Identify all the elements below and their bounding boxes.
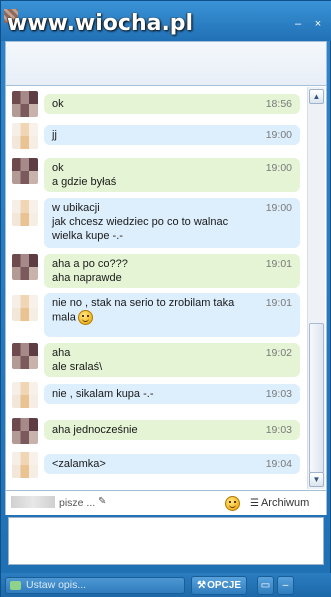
chat-bubble-icon: ▭ <box>260 580 271 591</box>
message-bubble: <zalamka> 19:04 <box>44 454 300 474</box>
avatar <box>12 158 38 184</box>
message-time: 19:01 <box>265 297 292 309</box>
message-time: 19:00 <box>265 162 292 174</box>
message-bubble: jj 19:00 <box>44 125 300 145</box>
pencil-icon: ✎ <box>98 496 107 507</box>
description-placeholder: Ustaw opis... <box>26 579 87 591</box>
message-bubble: aha ale sralaś\ 19:02 <box>44 343 300 377</box>
close-button[interactable]: × <box>313 19 323 30</box>
message-text: w ubikacji jak chcesz wiedziec po co to … <box>52 202 229 242</box>
message-bubble: aha jednocześnie 19:03 <box>44 420 300 440</box>
options-label: OPCJE <box>207 580 241 591</box>
message-bubble: ok a gdzie byłaś 19:00 <box>44 158 300 192</box>
avatar <box>12 91 38 117</box>
message-bubble: ok 18:56 <box>44 94 300 114</box>
scrollbar[interactable]: ▲ ▼ <box>307 87 325 489</box>
message-list: ok 18:56 jj 19:00 ok a gdzie byłaś 19:00 <box>6 86 304 490</box>
message-text: ok <box>52 98 64 110</box>
scrollbar-thumb[interactable] <box>309 323 324 473</box>
title-bar: www.wiocha.pl – × <box>1 1 331 41</box>
description-field[interactable]: Ustaw opis... <box>5 577 185 594</box>
wrench-icon: ⚒ <box>197 580 206 591</box>
message-text: aha a po co??? aha naprawde <box>52 258 128 284</box>
watermark: www.wiocha.pl <box>7 11 194 36</box>
message-text: nie , sikalam kupa -.- <box>52 388 154 400</box>
minimize-button[interactable]: – <box>293 19 303 30</box>
message-text: aha jednocześnie <box>52 424 138 436</box>
message-input[interactable] <box>8 517 324 565</box>
message-time: 19:04 <box>265 458 292 470</box>
status-row: pisze ... ✎ ☰ Archiwum <box>5 491 327 515</box>
emoticons-button[interactable] <box>225 496 240 511</box>
message-bubble: nie no , stak na serio to zrobilam taka … <box>44 293 300 337</box>
scroll-down-button[interactable]: ▼ <box>309 472 324 487</box>
avatar <box>12 123 38 149</box>
chat-history: ok 18:56 jj 19:00 ok a gdzie byłaś 19:00 <box>5 85 327 491</box>
message-bubble: aha a po co??? aha naprawde 19:01 <box>44 254 300 288</box>
minus-icon: – <box>282 580 289 591</box>
message-time: 18:56 <box>265 98 292 110</box>
message-text: jj <box>52 129 57 141</box>
chat-bubble-button[interactable]: ▭ <box>257 576 274 595</box>
minimize-bar-button[interactable]: – <box>277 576 294 595</box>
message-bubble: w ubikacji jak chcesz wiedziec po co to … <box>44 198 300 248</box>
archive-button[interactable]: ☰ Archiwum <box>250 497 309 509</box>
typing-contact-name <box>11 496 55 508</box>
message-time: 19:01 <box>265 258 292 270</box>
message-text: nie no , stak na serio to zrobilam taka … <box>52 296 267 325</box>
options-button[interactable]: ⚒ OPCJE <box>191 576 247 595</box>
message-time: 19:03 <box>265 424 292 436</box>
list-icon: ☰ <box>250 498 259 509</box>
message-time: 19:00 <box>265 202 292 214</box>
smiley-icon <box>77 310 93 325</box>
message-text: <zalamka> <box>52 458 106 470</box>
avatar <box>12 295 38 321</box>
avatar <box>12 382 38 408</box>
typing-indicator: pisze ... <box>59 497 96 509</box>
contact-header <box>5 41 327 85</box>
chat-window: www.wiocha.pl – × ok 18:56 jj 19:00 ok a… <box>0 0 331 597</box>
avatar <box>12 200 38 226</box>
avatar <box>12 418 38 444</box>
message-time: 19:02 <box>265 347 292 359</box>
message-text: ok a gdzie byłaś <box>52 162 117 188</box>
message-time: 19:03 <box>265 388 292 400</box>
avatar <box>12 254 38 280</box>
archive-label: Archiwum <box>260 497 310 509</box>
avatar <box>12 343 38 369</box>
smiley-icon <box>225 496 240 511</box>
bottom-bar: Ustaw opis... ⚒ OPCJE ▭ – <box>1 573 331 597</box>
message-time: 19:00 <box>265 129 292 141</box>
status-icon <box>10 581 21 590</box>
avatar <box>12 452 38 478</box>
message-bubble: nie , sikalam kupa -.- 19:03 <box>44 384 300 404</box>
message-text: aha ale sralaś\ <box>52 347 103 373</box>
scroll-up-button[interactable]: ▲ <box>309 89 324 104</box>
